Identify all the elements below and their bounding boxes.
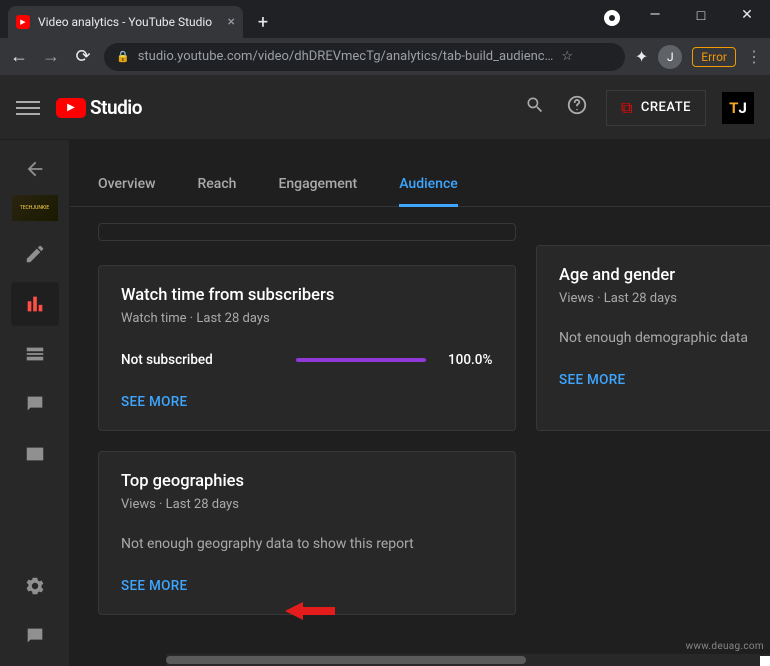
rail-video-thumbnail[interactable]: TECHJUNKIE xyxy=(11,190,59,226)
tab-overview[interactable]: Overview xyxy=(98,164,155,206)
rail-analytics-icon[interactable] xyxy=(11,282,59,326)
youtube-favicon xyxy=(16,15,30,29)
card-title: Watch time from subscribers xyxy=(121,286,493,305)
rail-feedback-icon[interactable] xyxy=(11,614,59,658)
row-percent: 100.0% xyxy=(448,352,492,368)
window-controls: ― □ ✕ xyxy=(632,0,770,30)
card-watchtime-subscribers: Watch time from subscribers Watch time ·… xyxy=(98,265,516,431)
no-data-message: Not enough demographic data xyxy=(559,330,748,346)
see-more-link[interactable]: SEE MORE xyxy=(121,394,493,410)
close-tab-icon[interactable]: × xyxy=(228,14,235,30)
see-more-link[interactable]: SEE MORE xyxy=(121,578,493,594)
reload-icon[interactable]: ⟳ xyxy=(72,46,94,67)
new-tab-button[interactable]: + xyxy=(249,8,277,36)
bookmark-star-icon[interactable]: ☆ xyxy=(561,49,573,64)
studio-word: Studio xyxy=(90,96,142,119)
address-bar[interactable]: 🔒 studio.youtube.com/video/dhDREVmecTg/a… xyxy=(104,43,625,71)
annotation-arrow-icon xyxy=(285,600,335,626)
studio-header: Studio ⧉ CREATE TJ xyxy=(0,76,770,140)
browser-titlebar: Video analytics - YouTube Studio × + ― □… xyxy=(0,0,770,38)
see-more-link[interactable]: SEE MORE xyxy=(559,372,748,388)
no-data-message: Not enough geography data to show this r… xyxy=(121,536,493,552)
help-icon[interactable] xyxy=(564,94,590,121)
row-label: Not subscribed xyxy=(121,352,296,368)
left-rail: TECHJUNKIE xyxy=(0,140,70,666)
rail-settings-icon[interactable] xyxy=(11,564,59,608)
card-title: Age and gender xyxy=(559,266,748,285)
channel-avatar[interactable]: TJ xyxy=(722,92,754,124)
rail-editor-icon[interactable] xyxy=(11,332,59,376)
maximize-button[interactable]: □ xyxy=(678,0,724,30)
tab-title: Video analytics - YouTube Studio xyxy=(38,15,220,29)
close-window-button[interactable]: ✕ xyxy=(724,0,770,30)
youtube-studio-logo[interactable]: Studio xyxy=(56,96,142,119)
chart-row: Not subscribed 100.0% xyxy=(121,352,493,368)
create-button[interactable]: ⧉ CREATE xyxy=(606,90,706,126)
browser-toolbar: ← → ⟳ 🔒 studio.youtube.com/video/dhDREVm… xyxy=(0,38,770,76)
extensions-icon[interactable]: ✦ xyxy=(635,47,648,66)
create-label: CREATE xyxy=(641,100,691,115)
browser-menu-icon[interactable]: ⋮ xyxy=(746,47,762,66)
url-text: studio.youtube.com/video/dhDREVmecTg/ana… xyxy=(138,49,554,64)
lock-icon: 🔒 xyxy=(116,50,130,63)
forward-icon[interactable]: → xyxy=(40,46,62,67)
analytics-tabs: Overview Reach Engagement Audience xyxy=(70,156,770,207)
card-top-geographies: Top geographies Views · Last 28 days Not… xyxy=(98,451,516,615)
card-subtitle: Views · Last 28 days xyxy=(121,497,493,512)
minimize-button[interactable]: ― xyxy=(632,0,678,30)
main-content: Overview Reach Engagement Audience Watch… xyxy=(70,140,770,666)
watermark-block xyxy=(760,656,770,666)
back-icon[interactable]: ← xyxy=(8,46,30,67)
profile-avatar[interactable]: J xyxy=(658,45,682,69)
watermark-text: www.deuag.com xyxy=(686,641,764,652)
card-subtitle: Views · Last 28 days xyxy=(559,291,748,306)
create-record-icon: ⧉ xyxy=(621,98,633,118)
bar-chart-bar xyxy=(296,358,426,362)
scrollbar-thumb[interactable] xyxy=(166,656,526,664)
card-age-gender: Age and gender Views · Last 28 days Not … xyxy=(536,245,770,431)
rail-comments-icon[interactable] xyxy=(11,382,59,426)
horizontal-scrollbar[interactable] xyxy=(166,654,770,666)
youtube-play-icon xyxy=(56,98,86,118)
tab-engagement[interactable]: Engagement xyxy=(278,164,357,206)
rail-details-icon[interactable] xyxy=(11,232,59,276)
card-stub xyxy=(98,223,516,241)
card-subtitle: Watch time · Last 28 days xyxy=(121,311,493,326)
browser-tab[interactable]: Video analytics - YouTube Studio × xyxy=(8,6,243,38)
search-icon[interactable] xyxy=(522,95,548,120)
card-title: Top geographies xyxy=(121,472,493,491)
tab-reach[interactable]: Reach xyxy=(197,164,236,206)
media-indicator-icon[interactable] xyxy=(604,10,620,26)
rail-subtitles-icon[interactable] xyxy=(11,432,59,476)
hamburger-menu-icon[interactable] xyxy=(16,96,40,120)
rail-back-icon[interactable] xyxy=(11,154,59,184)
error-chip[interactable]: Error xyxy=(692,47,736,67)
tab-audience[interactable]: Audience xyxy=(399,164,458,206)
